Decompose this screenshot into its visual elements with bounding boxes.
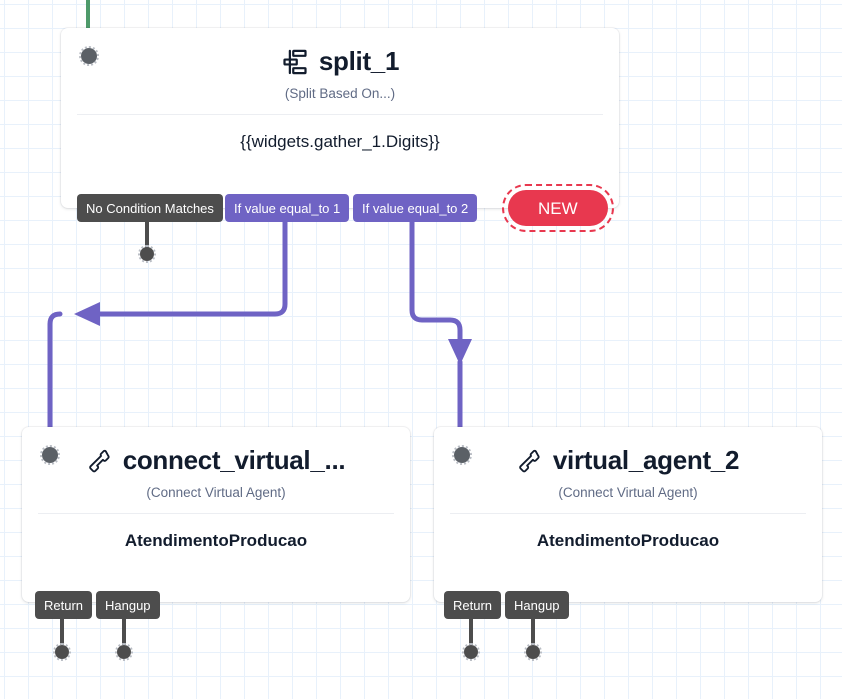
wire-equal-to-2-arrowhead [448,339,472,365]
flow-canvas[interactable]: split_1 (Split Based On...) {{widgets.ga… [0,0,842,699]
no-condition-matches-output-dot[interactable] [138,245,156,263]
split-1-input-dot[interactable] [79,46,99,66]
virtual-agent-2-header: virtual_agent_2 [434,427,822,476]
wire-equal-to-1 [92,219,288,317]
connect-virtual-title: connect_virtual_... [122,445,346,475]
split-1-subtitle: (Split Based On...) [284,86,396,101]
wire-equal-to-1-arrowhead [74,302,100,326]
node-split-1[interactable]: split_1 (Split Based On...) {{widgets.ga… [61,28,619,208]
connect-virtual-subtitle: (Connect Virtual Agent) [146,485,286,500]
virtual-agent-2-body: AtendimentoProducao [536,531,720,550]
connect-virtual-input-dot[interactable] [40,445,60,465]
connect-virtual-hangup-output-dot[interactable] [115,643,133,661]
connect-virtual-header: connect_virtual_... [22,427,410,476]
virtual-agent-2-subtitle: (Connect Virtual Agent) [558,485,698,500]
split-icon [281,48,309,76]
connect-virtual-body: AtendimentoProducao [124,531,308,550]
phone-icon [517,448,543,474]
node-connect-virtual-agent[interactable]: connect_virtual_... (Connect Virtual Age… [22,427,410,602]
split-1-header: split_1 [61,28,619,77]
virtual-agent-2-title: virtual_agent_2 [552,445,740,475]
virtual-agent-2-input-dot[interactable] [452,445,472,465]
wire-equal-to-1-tail [47,311,63,443]
phone-icon [87,448,113,474]
transition-if-value-equal-to-2[interactable]: If value equal_to 2 [353,194,478,222]
wire-equal-to-2 [409,219,463,346]
virtual-agent-2-transition-hangup[interactable]: Hangup [505,591,569,619]
node-virtual-agent-2[interactable]: virtual_agent_2 (Connect Virtual Agent) … [434,427,822,602]
connect-virtual-return-output-dot[interactable] [53,643,71,661]
transition-no-condition-matches[interactable]: No Condition Matches [77,194,223,222]
virtual-agent-2-transition-return[interactable]: Return [444,591,502,619]
add-new-condition-button[interactable]: NEW [502,184,614,232]
connect-virtual-transition-hangup[interactable]: Hangup [96,591,160,619]
virtual-agent-2-return-output-dot[interactable] [462,643,480,661]
transition-if-value-equal-to-1[interactable]: If value equal_to 1 [225,194,350,222]
split-1-body: {{widgets.gather_1.Digits}} [240,132,440,151]
connect-virtual-transition-return[interactable]: Return [35,591,93,619]
virtual-agent-2-hangup-output-dot[interactable] [524,643,542,661]
split-1-title: split_1 [318,46,400,76]
